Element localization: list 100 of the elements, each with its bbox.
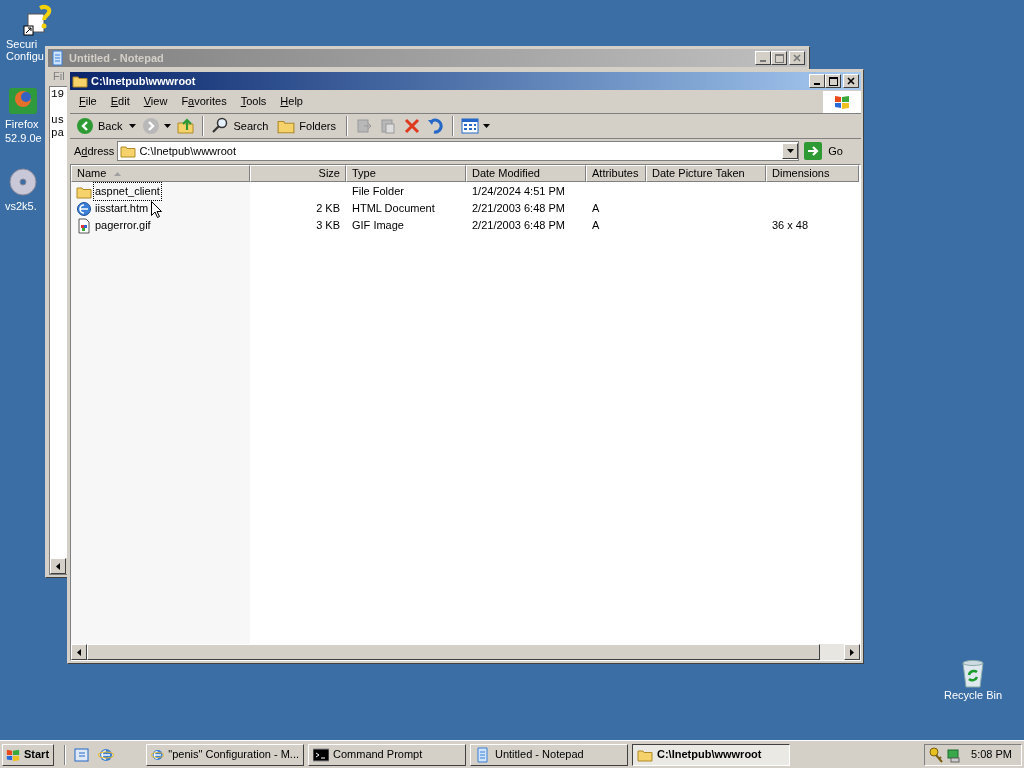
table-cell-text: 2/21/2003 6:48 PM	[472, 218, 565, 234]
back-button[interactable]: Back	[74, 115, 139, 137]
image-file-icon	[76, 217, 92, 234]
views-button[interactable]	[459, 115, 492, 137]
move-to-icon	[355, 117, 373, 135]
text-line: 19	[51, 88, 65, 101]
minimize-button[interactable]	[755, 51, 771, 65]
folders-button[interactable]: Folders	[275, 115, 341, 137]
table-cell-text: 2/21/2003 6:48 PM	[472, 201, 565, 217]
table-cell-text: A	[592, 218, 600, 234]
icon-label[interactable]: Firefox	[0, 116, 39, 130]
menu-item[interactable]: Favorites	[181, 93, 227, 110]
menu-item[interactable]: Tools	[240, 93, 267, 110]
search-icon	[211, 117, 230, 135]
column-header[interactable]: Date Picture Taken	[646, 165, 766, 182]
desktop-icon	[74, 746, 90, 763]
clock: 5:08 PM	[971, 747, 1013, 763]
scroll-right-button[interactable]	[844, 644, 860, 660]
close-button[interactable]	[789, 51, 805, 65]
table-cell-text: 2 KB	[316, 201, 340, 217]
flag-logo-icon	[833, 93, 851, 110]
column-header[interactable]: Type	[346, 165, 466, 182]
scroll-left-button[interactable]	[71, 644, 87, 660]
caret-icon	[129, 124, 137, 128]
sort-arrow-icon	[114, 171, 122, 176]
maximize-icon	[774, 53, 784, 63]
table-cell-text: File Folder	[352, 184, 404, 200]
icon-label[interactable]: Configu	[0, 50, 44, 62]
left-arrow-icon	[56, 562, 60, 570]
browser-icon	[98, 746, 114, 763]
icon-label[interactable]: 52.9.0e	[0, 130, 42, 144]
document-question-icon	[22, 4, 54, 36]
address-label: Address	[74, 143, 115, 159]
menu-item[interactable]: Help	[280, 93, 303, 110]
notepad-icon	[475, 746, 491, 763]
table-cell-text: 1/24/2024 4:51 PM	[472, 184, 565, 200]
folder-icon	[72, 73, 88, 89]
delete-icon	[403, 117, 421, 135]
quick-launch-item[interactable]	[98, 746, 114, 763]
icon-label[interactable]: Securi	[0, 38, 38, 50]
disc-icon	[6, 166, 39, 198]
notepad-icon	[50, 50, 66, 66]
file-name[interactable]: pagerror.gif	[93, 216, 153, 235]
mouse-cursor-icon	[151, 201, 162, 218]
column-header[interactable]: Attributes	[586, 165, 646, 182]
column-header[interactable]: Date Modified	[466, 165, 586, 182]
taskbar-button[interactable]: "penis" Configuration - M...	[146, 743, 304, 766]
close-icon	[793, 54, 801, 62]
maximize-button[interactable]	[771, 51, 787, 65]
console-icon	[313, 746, 329, 763]
text-line: pa	[51, 127, 65, 140]
tray-item[interactable]	[928, 746, 944, 763]
taskbar-button[interactable]: Untitled - Notepad	[470, 743, 628, 766]
address-value: C:\Inetpub\wwwroot	[139, 143, 237, 159]
menu-item[interactable]: View	[143, 93, 168, 110]
tray-item[interactable]	[946, 746, 962, 763]
table-cell-text: GIF Image	[352, 218, 404, 234]
dropdown-button[interactable]	[782, 143, 799, 159]
right-arrow-icon	[850, 648, 854, 656]
scrollbar-thumb[interactable]	[87, 644, 820, 660]
network-icon	[946, 746, 962, 763]
maximize-button[interactable]	[825, 74, 841, 88]
file-name[interactable]: iisstart.htm	[93, 199, 151, 218]
flag-logo-icon	[5, 747, 21, 762]
icon-label[interactable]: vs2k5.	[0, 198, 37, 212]
folder-up-icon	[177, 117, 196, 135]
column-header[interactable]: Size	[250, 165, 346, 182]
table-cell-text: 36 x 48	[772, 218, 809, 234]
table-cell-text: HTML Document	[352, 201, 435, 217]
taskbar-button[interactable]: C:\Inetpub\wwwroot	[632, 743, 790, 766]
window-title: C:\Inetpub\wwwroot	[91, 73, 197, 89]
key-icon	[928, 746, 944, 763]
scroll-left-button[interactable]	[50, 558, 66, 574]
maximize-icon	[828, 76, 838, 86]
close-button[interactable]	[843, 74, 859, 88]
text-line: us	[51, 114, 65, 127]
search-button[interactable]: Search	[209, 115, 274, 137]
undo-icon	[427, 117, 445, 135]
copy-to-icon	[379, 117, 397, 135]
table-cell-text: A	[592, 201, 600, 217]
views-icon	[461, 117, 479, 135]
start-button[interactable]: Start	[2, 743, 54, 766]
menu-item[interactable]: Edit	[110, 93, 130, 110]
file-name[interactable]: aspnet_client	[93, 182, 162, 201]
caret-icon	[483, 124, 490, 128]
column-header[interactable]: Dimensions	[766, 165, 859, 182]
folder-icon	[120, 143, 137, 159]
caret-icon	[786, 149, 794, 153]
menu-item[interactable]: File	[79, 93, 97, 110]
minimize-button[interactable]	[809, 74, 825, 88]
table-cell-text: 3 KB	[316, 218, 340, 234]
caret-icon	[164, 124, 172, 128]
icon-label[interactable]: Recycle Bin	[944, 689, 1003, 701]
address-field[interactable]: C:\Inetpub\wwwroot	[117, 141, 800, 161]
taskbar-button[interactable]: Command Prompt	[308, 743, 466, 766]
window-title: Untitled - Notepad	[69, 50, 165, 66]
column-header[interactable]: Name	[71, 165, 250, 182]
close-icon	[847, 77, 855, 85]
go-button[interactable]: Go	[802, 142, 857, 160]
left-arrow-icon	[77, 648, 81, 656]
